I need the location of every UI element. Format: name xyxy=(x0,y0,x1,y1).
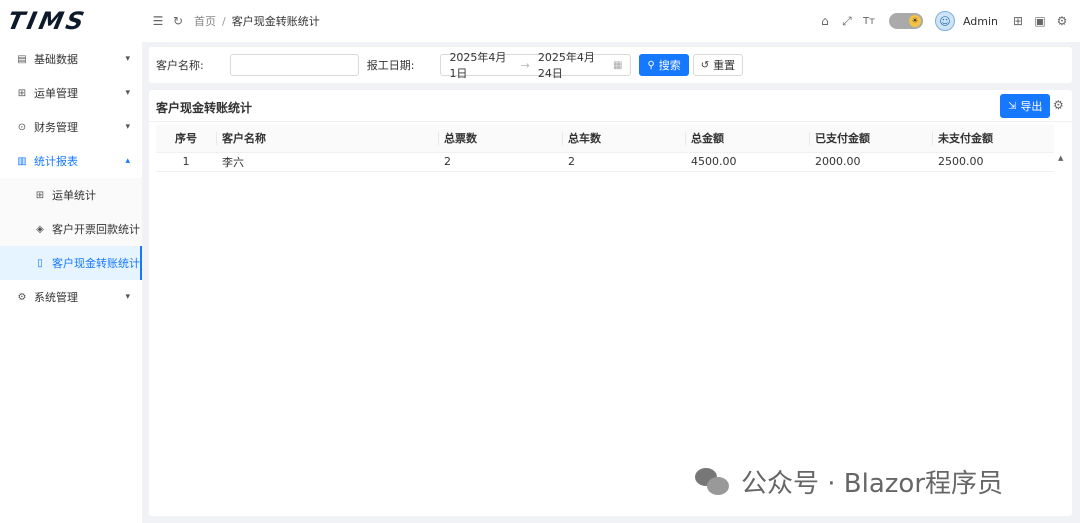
sidebar-subitem-cash-transfer-stats[interactable]: ▯ 客户现金转账统计 xyxy=(0,246,142,280)
customer-name-label: 客户名称: xyxy=(156,59,204,72)
menu-fold-icon[interactable]: ☰ xyxy=(150,13,166,29)
sidebar-item-waybill[interactable]: ⊞ 运单管理 ▾ xyxy=(0,76,142,110)
shield-icon: ◈ xyxy=(36,223,44,235)
export-button[interactable]: ⇲ 导出 xyxy=(1000,94,1051,118)
date-range-picker[interactable]: 2025年4月1日 → 2025年4月24日 ▦ xyxy=(440,51,632,80)
chevron-down-icon: ▾ xyxy=(125,88,130,98)
watermark-text: 公众号 · Blazor程序员 xyxy=(741,469,1004,499)
divider xyxy=(149,121,1072,122)
date-range-arrow: → xyxy=(520,58,530,72)
search-button[interactable]: ⚲ 搜索 xyxy=(639,54,689,76)
cell-paid: 2000.00 xyxy=(809,152,932,172)
file-icon: ▯ xyxy=(37,257,43,269)
circle-icon: ⊙ xyxy=(17,121,27,133)
logo-area: TIMS xyxy=(0,0,142,42)
data-table: 序号 客户名称 总票数 总车数 总金额 已支付金额 未支付金额 1 李六 2 2… xyxy=(156,125,1054,172)
top-bar: ☰ ↻ 首页 / 客户现金转账统计 ⌂ ⤢ Tт ☀ ☺ Admin ⊞ ▣ ⚙ xyxy=(142,0,1080,42)
column-header[interactable]: 序号 xyxy=(156,125,216,153)
sidebar: ▤ 基础数据 ▾ ⊞ 运单管理 ▾ ⊙ 财务管理 ▾ ▥ 统计报表 ▴ ⊞ 运单… xyxy=(0,42,142,523)
sidebar-subitem-invoice-stats[interactable]: ◈ 客户开票回款统计 xyxy=(0,212,142,246)
calendar-icon: ▦ xyxy=(612,59,623,71)
sidebar-item-label: 统计报表 xyxy=(34,155,78,168)
search-icon: ⚲ xyxy=(647,59,655,71)
cell-index: 1 xyxy=(156,152,216,172)
window-icon[interactable]: ▣ xyxy=(1032,13,1048,29)
reset-button[interactable]: ↺ 重置 xyxy=(692,54,744,76)
wechat-icon xyxy=(695,467,729,496)
reports-submenu: ⊞ 运单统计 ◈ 客户开票回款统计 ▯ 客户现金转账统计 xyxy=(0,178,142,280)
sidebar-item-reports[interactable]: ▥ 统计报表 ▴ xyxy=(0,144,142,178)
refresh-icon[interactable]: ↻ xyxy=(170,13,186,29)
sidebar-item-system[interactable]: ⚙ 系统管理 ▾ xyxy=(0,280,142,314)
customer-name-input[interactable] xyxy=(229,54,359,76)
theme-toggle[interactable]: ☀ xyxy=(888,13,923,29)
breadcrumb: 首页 / 客户现金转账统计 xyxy=(194,13,320,29)
search-button-label: 搜索 xyxy=(658,59,681,72)
reset-button-label: 重置 xyxy=(713,59,736,72)
cell-tickets-link[interactable]: 2 xyxy=(438,152,562,172)
export-button-label: 导出 xyxy=(1020,100,1043,113)
chevron-up-icon: ▴ xyxy=(125,156,130,166)
sidebar-item-label: 财务管理 xyxy=(34,121,78,134)
top-right-tools: ⌂ ⤢ Tт ☀ ☺ Admin ⊞ ▣ ⚙ xyxy=(817,0,1070,42)
export-icon: ⇲ xyxy=(1008,100,1017,112)
font-size-icon[interactable]: Tт xyxy=(861,13,877,29)
table-header-row: 序号 客户名称 总票数 总车数 总金额 已支付金额 未支付金额 xyxy=(156,125,1054,153)
user-avatar[interactable]: ☺ xyxy=(934,11,955,31)
column-header[interactable]: 未支付金额 xyxy=(932,125,1054,153)
search-panel: 客户名称: 报工日期: 2025年4月1日 → 2025年4月24日 ▦ ⚲ 搜… xyxy=(149,47,1072,83)
column-header[interactable]: 已支付金额 xyxy=(809,125,932,153)
chevron-down-icon: ▾ xyxy=(125,54,130,64)
app-logo: TIMS xyxy=(5,7,90,35)
chevron-down-icon: ▾ xyxy=(125,122,130,132)
date-end: 2025年4月24日 xyxy=(537,51,595,80)
sidebar-subitem-waybill-stats[interactable]: ⊞ 运单统计 xyxy=(0,178,142,212)
column-settings-icon[interactable]: ⚙ xyxy=(1053,98,1064,112)
home-icon[interactable]: ⌂ xyxy=(817,13,833,29)
watermark: 公众号 · Blazor程序员 xyxy=(695,463,1003,500)
breadcrumb-current: 客户现金转账统计 xyxy=(231,15,320,28)
date-start: 2025年4月1日 xyxy=(449,51,507,80)
chevron-down-icon: ▾ xyxy=(125,292,130,302)
sun-icon: ☀ xyxy=(908,15,921,27)
column-header[interactable]: 总金额 xyxy=(685,125,809,153)
table-row[interactable]: 1 李六 2 2 4500.00 2000.00 2500.00 xyxy=(156,152,1054,172)
user-name[interactable]: Admin xyxy=(963,15,998,28)
fullscreen-icon[interactable]: ⤢ xyxy=(839,13,855,29)
table-icon: ⊞ xyxy=(35,189,45,201)
column-header[interactable]: 总票数 xyxy=(438,125,562,153)
sidebar-subitem-label: 运单统计 xyxy=(52,189,96,202)
reset-icon: ↺ xyxy=(700,59,710,71)
breadcrumb-home[interactable]: 首页 xyxy=(194,13,216,29)
report-date-label: 报工日期: xyxy=(366,59,415,72)
cell-vehicles: 2 xyxy=(562,152,685,172)
sidebar-item-label: 基础数据 xyxy=(34,53,78,66)
sidebar-item-label: 运单管理 xyxy=(34,87,78,100)
settings-gear-icon[interactable]: ⚙ xyxy=(1054,13,1070,29)
table-title: 客户现金转账统计 xyxy=(156,101,253,115)
cell-unpaid: 2500.00 xyxy=(932,152,1054,172)
table-panel: 客户现金转账统计 ⇲ 导出 ⚙ 序号 客户名称 总票数 总车数 总金额 已支付金… xyxy=(149,90,1072,516)
sidebar-item-label: 系统管理 xyxy=(34,291,78,304)
breadcrumb-separator: / xyxy=(222,14,226,28)
scroll-up-arrow-icon[interactable]: ▲ xyxy=(1058,154,1063,162)
gear-icon: ⚙ xyxy=(17,291,27,303)
grid-icon: ⊞ xyxy=(17,87,27,99)
cell-customer: 李六 xyxy=(216,152,438,172)
sidebar-subitem-label: 客户现金转账统计 xyxy=(52,257,140,270)
column-header[interactable]: 总车数 xyxy=(562,125,685,153)
sidebar-item-basic-data[interactable]: ▤ 基础数据 ▾ xyxy=(0,42,142,76)
cell-total: 4500.00 xyxy=(685,152,809,172)
bar-chart-icon: ▥ xyxy=(17,155,27,167)
layout-icon[interactable]: ⊞ xyxy=(1010,13,1026,29)
column-header[interactable]: 客户名称 xyxy=(216,125,438,153)
document-icon: ▤ xyxy=(17,53,27,65)
sidebar-subitem-label: 客户开票回款统计 xyxy=(52,223,140,236)
sidebar-item-finance[interactable]: ⊙ 财务管理 ▾ xyxy=(0,110,142,144)
